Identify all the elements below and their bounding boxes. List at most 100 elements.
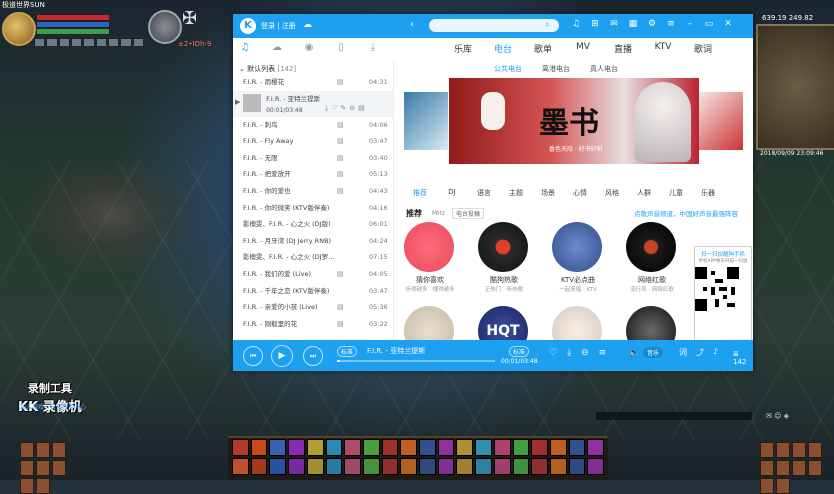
song-actions[interactable]: ⤓♡✎⊖▤ xyxy=(325,103,368,114)
category-tab[interactable]: DJ xyxy=(436,188,468,198)
list-item[interactable]: F.I.R. - 我们的爱 (Live) ▤ 04:05 xyxy=(233,266,393,283)
radio-card[interactable]: 网络红歌 流行风 · 网络红歌 xyxy=(626,222,678,293)
tab-ktv[interactable]: KTV xyxy=(643,42,683,55)
mv-icon[interactable]: ▤ xyxy=(337,117,344,134)
settings-icon[interactable]: ⚙ xyxy=(647,19,657,29)
list-item[interactable]: F.I.R. - Fly Away ▤ 03:47 xyxy=(233,133,393,150)
skin-icon[interactable]: ⊞ xyxy=(590,19,600,29)
mini-mode-icon[interactable]: ▭ xyxy=(704,19,714,29)
tab-playlists[interactable]: 歌单 xyxy=(523,42,563,55)
category-tab[interactable]: 儿童 xyxy=(660,188,692,198)
category-tab[interactable]: 推荐 xyxy=(404,188,436,198)
playlist-count-badge[interactable]: ≣ 142 xyxy=(733,350,753,366)
previous-button[interactable]: ⏮ xyxy=(243,346,263,366)
back-arrow-icon[interactable]: ‹ xyxy=(410,19,414,30)
app-logo-icon[interactable]: K xyxy=(240,18,256,34)
banner-next[interactable] xyxy=(699,92,743,150)
equalizer-icon[interactable]: ≡ xyxy=(599,348,607,358)
progress-bar[interactable] xyxy=(337,360,495,362)
download-icon[interactable]: ⤓ xyxy=(367,42,379,53)
minimap[interactable] xyxy=(756,24,834,150)
category-tab[interactable]: 场景 xyxy=(532,188,564,198)
mv-icon[interactable]: ▤ xyxy=(337,266,344,283)
message-icon[interactable]: ✉ xyxy=(609,19,619,29)
device-icon[interactable]: ▯ xyxy=(335,42,347,53)
category-tab[interactable]: 主题 xyxy=(500,188,532,198)
close-icon[interactable]: ✕ xyxy=(723,19,733,29)
download-icon[interactable]: ⤓ xyxy=(567,348,571,358)
list-item[interactable]: 影檀雯、F.I.R. - 心之火 (DJ罗... 07:15 xyxy=(233,249,393,266)
radio-card[interactable]: 酷狗热歌 正热门 · 听热歌 xyxy=(478,222,530,293)
play-mode-button[interactable]: 标准 xyxy=(337,346,358,357)
subtab-offline[interactable]: 离港电台 xyxy=(542,64,570,74)
lyrics-icon[interactable]: 词 xyxy=(679,347,687,358)
player-avatar[interactable] xyxy=(2,12,36,46)
favorite-icon[interactable]: ♡ xyxy=(549,348,557,358)
banner-prev[interactable] xyxy=(404,92,448,150)
mv-icon[interactable]: ▤ xyxy=(337,166,344,183)
effects-icon[interactable]: ♪ xyxy=(713,347,718,358)
chat-input-bar[interactable] xyxy=(596,412,752,420)
list-item[interactable]: F.I.R. - 刚毅里的花 ▤ 03:22 xyxy=(233,316,393,333)
radio-card[interactable]: KTV必点曲 一起来唱 · KTV xyxy=(552,222,604,293)
cloud-icon[interactable]: ☁ xyxy=(303,20,312,30)
minus-icon[interactable]: ⊖ xyxy=(581,348,589,358)
category-tab[interactable]: 人群 xyxy=(628,188,660,198)
tab-live[interactable]: 直播 xyxy=(603,42,643,55)
list-item[interactable]: F.I.R. - 刺鸟 ▤ 04:06 xyxy=(233,117,393,134)
apps-icon[interactable]: ▦ xyxy=(628,19,638,29)
qr-popup[interactable]: 扫一扫加酷狗手机 手机APP要去扫描一扫加 xyxy=(694,246,752,354)
search-input[interactable] xyxy=(429,19,559,32)
submit-radio-button[interactable]: 电台投稿 xyxy=(452,208,485,219)
volume-icon[interactable]: 🔈 xyxy=(629,348,639,357)
minimize-icon[interactable]: – xyxy=(685,19,695,29)
tab-radio[interactable]: 电台 xyxy=(483,42,523,55)
menu-icon[interactable]: ≡ xyxy=(666,19,676,29)
cloud-list-icon[interactable]: ☁ xyxy=(271,42,283,53)
share-icon[interactable]: ⤴ xyxy=(696,347,704,358)
tab-mv[interactable]: MV xyxy=(563,42,603,55)
banner-main[interactable]: 墨书 香色天际 · 好书好听 xyxy=(449,78,699,164)
subtab-public[interactable]: 公共电台 xyxy=(494,64,522,74)
playlist-header[interactable]: ⌄ 默认列表 [142] xyxy=(239,64,296,74)
chat-icons[interactable]: ✉ ☺ ◈ xyxy=(766,412,789,420)
radio-card[interactable]: 猜你喜欢 听得越多 · 懂得越多 xyxy=(404,222,456,293)
bottom-right-buttons[interactable] xyxy=(760,442,832,494)
mv-icon[interactable]: ▤ xyxy=(337,133,344,150)
skill-row-2[interactable] xyxy=(232,458,605,475)
banner-carousel[interactable]: 墨书 香色天际 · 好书好听 xyxy=(404,78,744,164)
next-button[interactable]: ⏭ xyxy=(303,346,323,366)
category-tab[interactable]: 语言 xyxy=(468,188,500,198)
category-tab[interactable]: 心情 xyxy=(564,188,596,198)
mv-icon[interactable]: ▤ xyxy=(337,74,344,91)
login-link[interactable]: 登录 | 注册 xyxy=(261,21,296,31)
list-item[interactable]: F.I.R. - 月牙湾 (DJ Jerry RNB) 04:24 xyxy=(233,233,393,250)
list-item[interactable]: F.I.R. - 你的爱也 ▤ 04:43 xyxy=(233,183,393,200)
bottom-left-buttons[interactable] xyxy=(20,442,80,494)
list-item[interactable]: F.I.R. - 把爱放开 ▤ 05:13 xyxy=(233,166,393,183)
music-note-icon[interactable]: ♫ xyxy=(239,42,251,53)
mv-icon[interactable]: ▤ xyxy=(337,299,344,316)
list-item[interactable]: F.I.R. - 你的微笑 (KTV版伴奏) 04:16 xyxy=(233,200,393,217)
list-item[interactable]: F.I.R. - 千年之恋 (KTV版伴奏) 03:47 xyxy=(233,283,393,300)
mv-icon[interactable]: ▤ xyxy=(337,316,344,333)
mv-icon[interactable]: ▤ xyxy=(337,183,344,200)
subtab-real[interactable]: 真人电台 xyxy=(590,64,618,74)
mic-icon[interactable]: ♫ xyxy=(571,19,581,29)
skill-row-1[interactable] xyxy=(232,439,605,456)
tab-lyrics[interactable]: 歌词 xyxy=(683,42,723,55)
mv-icon[interactable]: ▤ xyxy=(337,150,344,167)
radio-icon[interactable]: ◉ xyxy=(303,42,315,53)
promo-link[interactable]: 点歌声音频道，中国好声音最强阵容 xyxy=(634,208,738,218)
list-item[interactable]: 影檀雯、F.I.R. - 心之火 (DJ版) 06:01 xyxy=(233,216,393,233)
category-tab[interactable]: 乐器 xyxy=(692,188,724,198)
play-button[interactable]: ▶ xyxy=(271,345,293,367)
sound-effect-button[interactable]: 音乐 xyxy=(643,347,664,358)
list-item[interactable]: F.I.R. - 无限 ▤ 03:40 xyxy=(233,150,393,167)
quality-button[interactable]: 标准 xyxy=(509,346,530,357)
list-item[interactable]: F.I.R. - 亲爱的小孩 (Live) ▤ 05:36 xyxy=(233,299,393,316)
tab-library[interactable]: 乐库 xyxy=(443,42,483,55)
list-item-playing[interactable]: ▶ F.I.R. - 亚特兰提斯 00:01/03:48 ⤓♡✎⊖▤ xyxy=(233,90,393,117)
search-icon[interactable]: ⌕ xyxy=(545,20,549,30)
category-tab[interactable]: 风格 xyxy=(596,188,628,198)
